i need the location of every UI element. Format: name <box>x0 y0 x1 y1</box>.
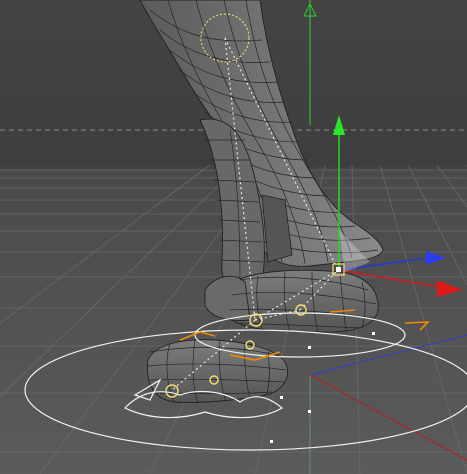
viewport-canvas[interactable] <box>0 0 467 474</box>
3d-viewport[interactable] <box>0 0 467 474</box>
